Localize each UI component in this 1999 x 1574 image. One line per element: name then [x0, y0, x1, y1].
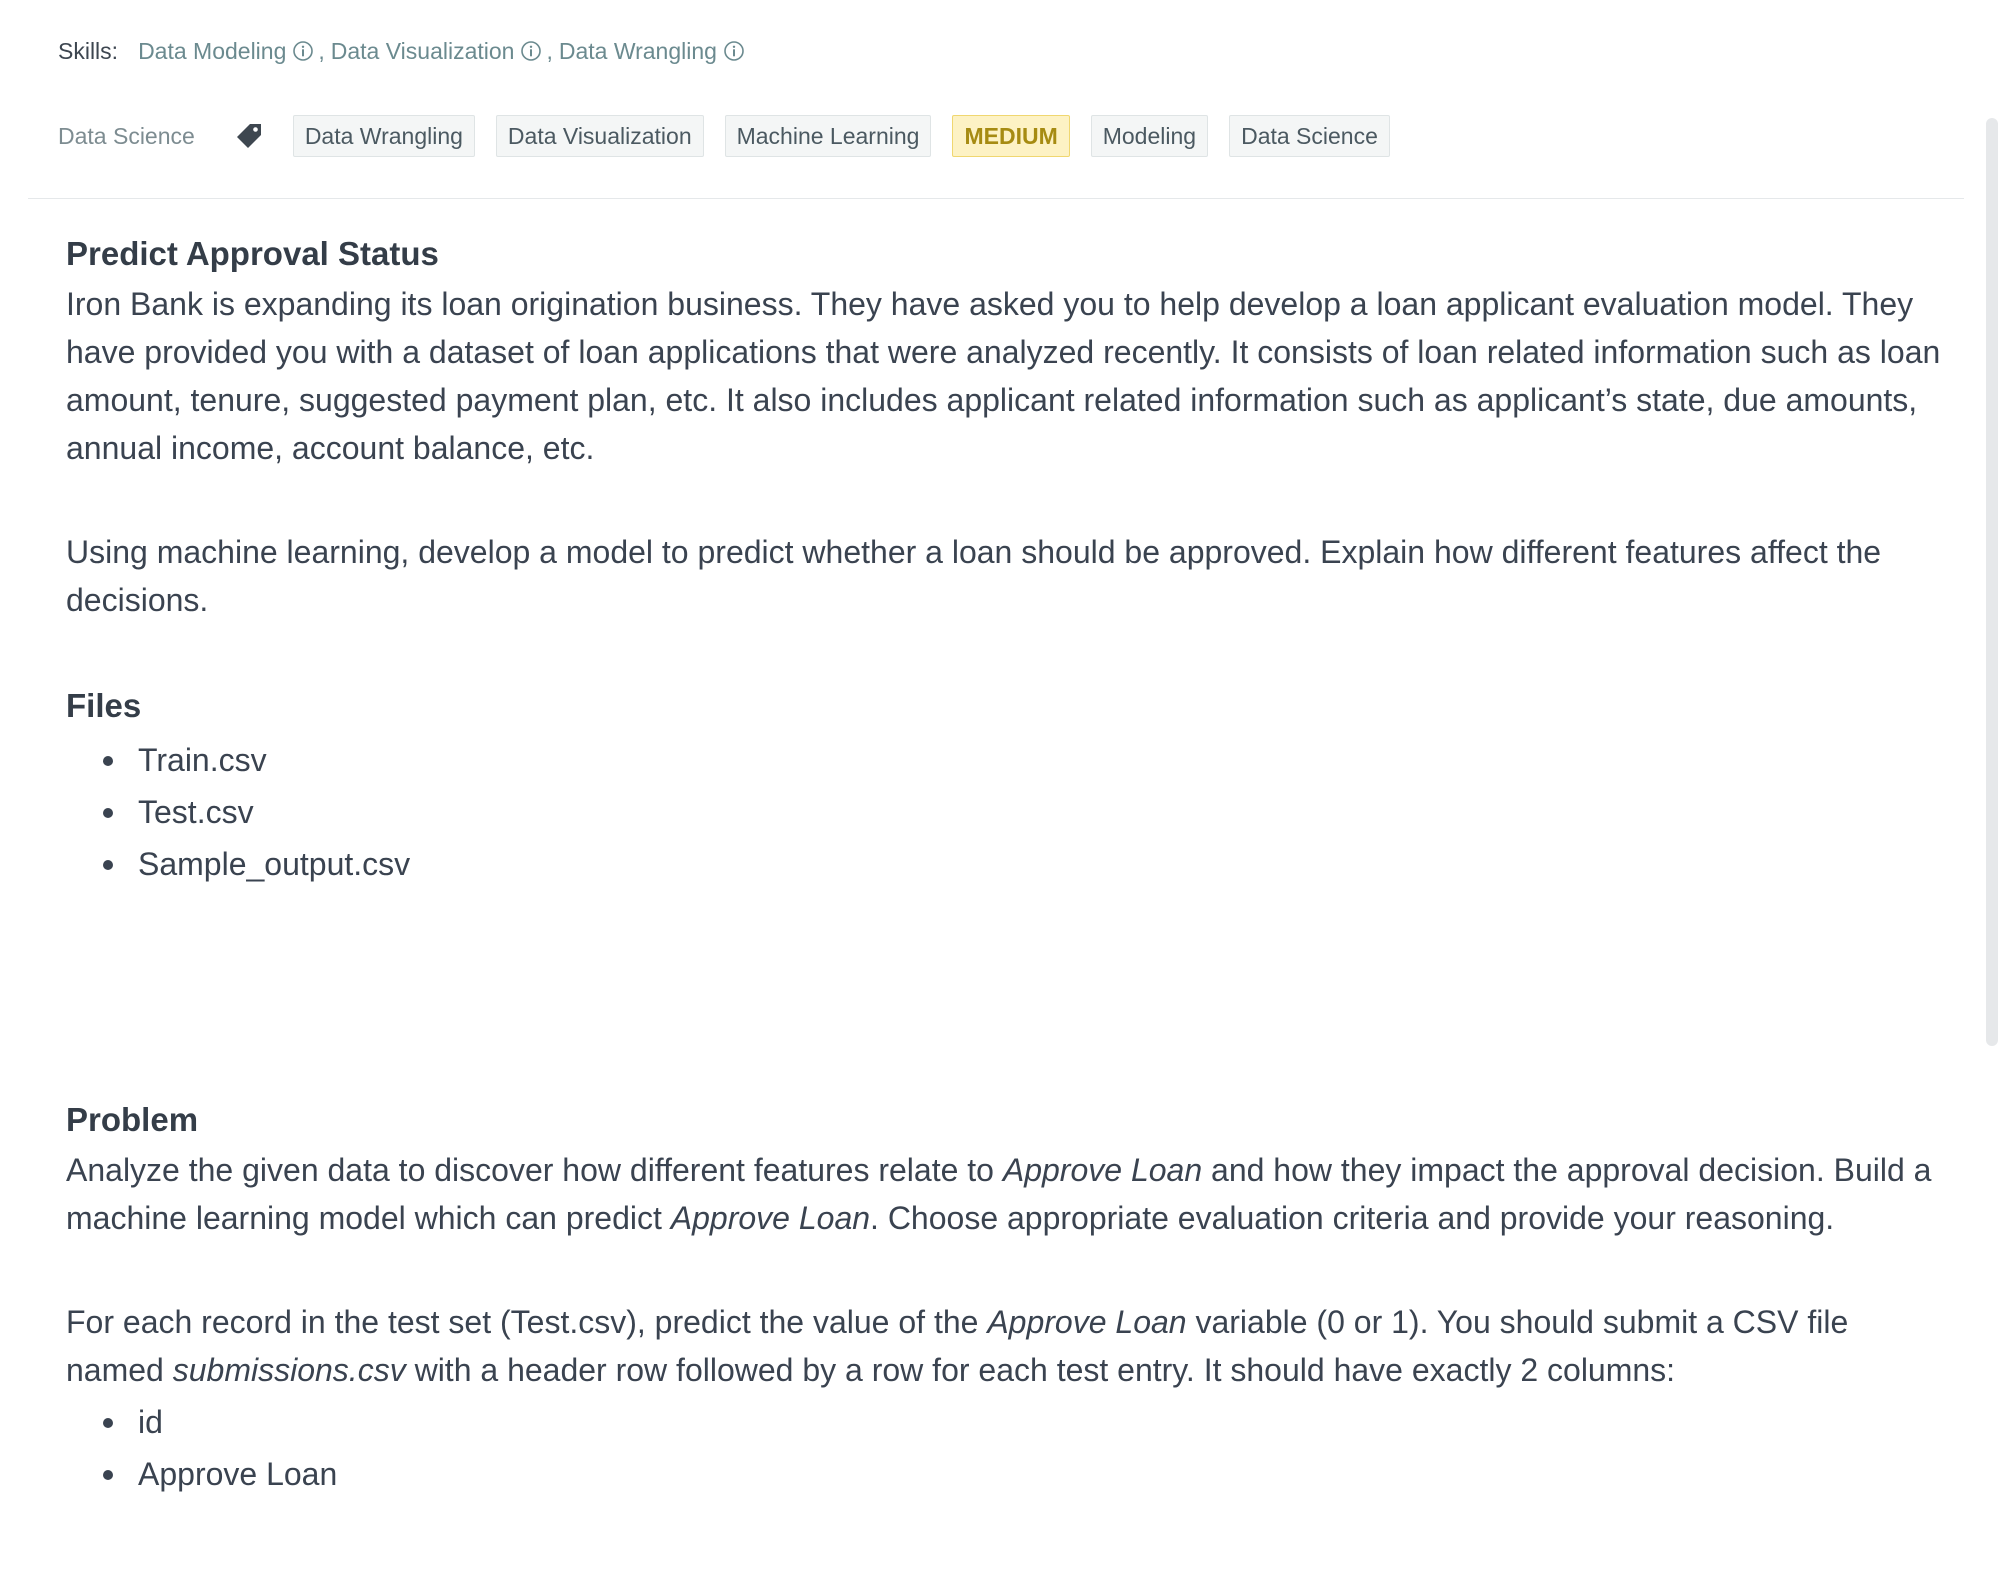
problem-heading: Problem	[66, 1101, 199, 1138]
file-item-sample-output[interactable]: Sample_output.csv	[66, 838, 1946, 890]
emphasis-submissions-file: submissions.csv	[172, 1352, 406, 1388]
emphasis-approve-loan: Approve Loan	[987, 1304, 1187, 1340]
skill-label: Data Visualization	[330, 37, 515, 64]
goal-paragraph: Using machine learning, develop a model …	[66, 534, 1882, 618]
text-segment: Analyze the given data to discover how d…	[66, 1152, 1003, 1188]
columns-list: id Approve Loan	[66, 1396, 1946, 1500]
file-item-train[interactable]: Train.csv	[66, 734, 1946, 786]
task-title: Predict Approval Status	[66, 235, 439, 272]
files-list: Train.csv Test.csv Sample_output.csv	[66, 734, 1946, 890]
skill-label: Data Wrangling	[558, 37, 717, 64]
header-divider	[28, 198, 1964, 199]
tag-modeling[interactable]: Modeling	[1090, 115, 1209, 157]
skill-separator: ,	[318, 37, 325, 64]
skill-data-wrangling[interactable]: Data Wrangling	[559, 38, 745, 65]
problem-paragraph-1: Analyze the given data to discover how d…	[66, 1146, 1946, 1242]
tag-data-visualization[interactable]: Data Visualization	[495, 115, 704, 157]
info-icon[interactable]	[292, 40, 314, 62]
skill-data-visualization[interactable]: Data Visualization	[331, 38, 543, 65]
column-item-approve-loan: Approve Loan	[66, 1448, 1946, 1500]
text-segment: with a header row followed by a row for …	[405, 1352, 1676, 1388]
tag-machine-learning[interactable]: Machine Learning	[724, 115, 932, 157]
skill-data-modeling[interactable]: Data Modeling	[138, 38, 314, 65]
intro-paragraph: Iron Bank is expanding its loan originat…	[66, 286, 1941, 466]
task-description: Predict Approval Status Iron Bank is exp…	[66, 228, 1946, 1500]
tag-icon	[235, 122, 263, 150]
difficulty-badge: MEDIUM	[952, 115, 1070, 157]
emphasis-approve-loan: Approve Loan	[670, 1200, 871, 1236]
skill-label: Data Modeling	[138, 37, 287, 64]
skills-row: Skills: Data Modeling , Data Visualizati…	[58, 36, 745, 66]
scrollbar[interactable]	[1986, 118, 1998, 1046]
tag-data-science[interactable]: Data Science	[1229, 115, 1390, 157]
info-icon[interactable]	[723, 40, 745, 62]
column-item-id: id	[66, 1396, 1946, 1448]
skills-label: Skills:	[58, 37, 119, 64]
problem-paragraph-2: For each record in the test set (Test.cs…	[66, 1298, 1946, 1394]
text-segment: For each record in the test set (Test.cs…	[66, 1304, 988, 1340]
category-label[interactable]: Data Science	[58, 123, 195, 150]
file-item-test[interactable]: Test.csv	[66, 786, 1946, 838]
files-heading: Files	[66, 687, 142, 724]
tag-data-wrangling[interactable]: Data Wrangling	[292, 115, 475, 157]
tags-row: Data Science Data Wrangling Data Visuali…	[58, 114, 1411, 158]
text-segment: . Choose appropriate evaluation criteria…	[870, 1200, 1835, 1236]
info-icon[interactable]	[520, 40, 542, 62]
emphasis-approve-loan: Approve Loan	[1002, 1152, 1203, 1188]
skill-separator: ,	[546, 37, 553, 64]
